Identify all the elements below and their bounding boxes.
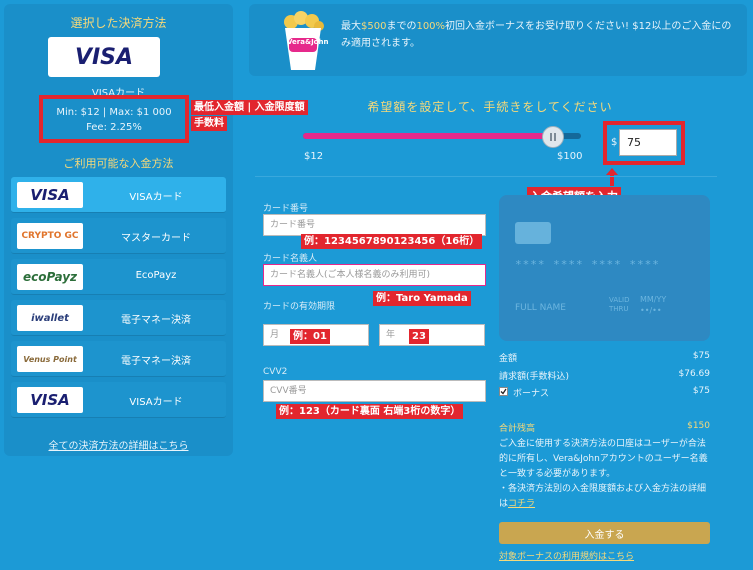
summary-amount-value: $75 — [692, 351, 710, 361]
method-label: VISAカード — [129, 397, 183, 408]
disclaimer-text: ご入金に使用する決済方法の口座はユーザーが合法的に所有し、Vera&Johnアカ… — [499, 439, 708, 509]
card-valid-thru: VALID THRU — [609, 296, 630, 313]
amount-slider-handle[interactable] — [542, 126, 564, 148]
summary-bonus-value: $75 — [692, 386, 710, 396]
set-amount-title: 希望額を設定して、手続きをしてください — [367, 100, 613, 114]
total-balance-label: 合計残高 — [499, 424, 536, 434]
bonus-checkbox[interactable] — [499, 387, 508, 396]
deposit-button[interactable]: 入金する — [499, 522, 710, 544]
bonus-banner: Vera&John 最大$500までの100%初回入金ボーナスをお受け取りくださ… — [249, 4, 747, 76]
method-iwallet[interactable]: iwallet 電子マネー決済 — [11, 300, 226, 336]
card-expiry-preview: MM/YY ••/•• — [640, 295, 667, 315]
amount-currency: $ — [611, 137, 618, 148]
bonus-text: 最大$500までの100%初回入金ボーナスをお受け取りください! $12以上のご… — [341, 21, 732, 49]
visa-logo-icon: VISA — [17, 182, 83, 208]
card-name-label: カード名義人 — [263, 254, 318, 264]
slider-min-label: $12 — [304, 151, 324, 162]
amount-slider-fill — [303, 133, 551, 139]
method-visa[interactable]: VISA VISAカード — [11, 177, 226, 213]
summary-billed-label: 請求額(手数料込) — [499, 372, 570, 382]
year-hint: 23 — [409, 329, 429, 344]
iwallet-logo-icon: iwallet — [17, 305, 83, 331]
summary-bonus-label: ボーナス — [513, 389, 550, 399]
visa-logo-icon: VISA — [17, 387, 83, 413]
limits-box: Min: $12 | Max: $1 000 Fee: 2.25% — [39, 95, 189, 143]
card-name-input[interactable] — [263, 264, 486, 286]
expiry-label: カードの有効期限 — [263, 302, 336, 312]
pause-handle-icon — [550, 133, 556, 141]
method-label: VISAカード — [129, 192, 183, 203]
cvv-hint: 例：123（カード裏面 右端3桁の数字） — [276, 404, 464, 419]
up-arrow-icon — [606, 168, 618, 186]
total-balance-value: $150 — [687, 421, 710, 431]
method-label: 電子マネー決済 — [121, 315, 191, 326]
cvv-input[interactable] — [263, 380, 486, 402]
cup-logo-text: Vera&John — [287, 38, 329, 46]
cvv-label: CVV2 — [263, 367, 288, 377]
slider-max-label: $100 — [557, 151, 583, 162]
card-chip-icon — [515, 222, 551, 244]
card-number-input[interactable] — [263, 214, 486, 236]
method-label: 電子マネー決済 — [121, 356, 191, 367]
card-number-label: カード番号 — [263, 204, 309, 214]
ecopayz-logo-icon: ecoPayz — [17, 264, 83, 290]
expiry-year-input[interactable] — [379, 324, 485, 346]
available-methods-title: ご利用可能な入金方法 — [63, 157, 174, 170]
fee-annotation: 手数料 — [191, 116, 227, 131]
limits-min-max: Min: $12 | Max: $1 000 — [56, 107, 172, 118]
bonus-terms-link[interactable]: 対象ボーナスの利用規約はこちら — [499, 549, 634, 562]
card-fullname-preview: FULL NAME — [515, 303, 566, 313]
payment-method-panel: 選択した決済方法 VISA VISAカード Min: $12 | Max: $1… — [4, 4, 233, 456]
venus-point-logo-icon: Venus Point — [17, 346, 83, 372]
crypto-gc-logo-icon: CRYPTO GC — [17, 223, 83, 249]
card-number-hint: 例：1234567890123456（16桁） — [301, 234, 483, 249]
card-number-preview: **** **** **** **** — [515, 258, 660, 271]
summary-amount-label: 金額 — [499, 354, 518, 364]
selected-method-title: 選択した決済方法 — [70, 16, 167, 30]
all-methods-link[interactable]: 全ての決済方法の詳細はこちら — [4, 437, 233, 452]
summary-billed-value: $76.69 — [678, 369, 711, 379]
method-visa-2[interactable]: VISA VISAカード — [11, 382, 226, 418]
section-divider — [255, 176, 717, 177]
month-hint: 例：01 — [290, 329, 330, 344]
method-label: EcoPayz — [135, 270, 177, 281]
method-venus-point[interactable]: Venus Point 電子マネー決済 — [11, 341, 226, 377]
limits-fee: Fee: 2.25% — [86, 122, 142, 133]
checkmark-icon — [500, 388, 507, 395]
card-name-hint: 例：Taro Yamada — [373, 291, 471, 306]
method-label: マスターカード — [121, 233, 191, 244]
amount-input[interactable] — [619, 129, 677, 156]
method-mastercard[interactable]: CRYPTO GC マスターカード — [11, 218, 226, 254]
details-link[interactable]: コチラ — [508, 499, 535, 509]
selected-visa-logo: VISA — [48, 37, 160, 77]
method-ecopayz[interactable]: ecoPayz EcoPayz — [11, 259, 226, 295]
